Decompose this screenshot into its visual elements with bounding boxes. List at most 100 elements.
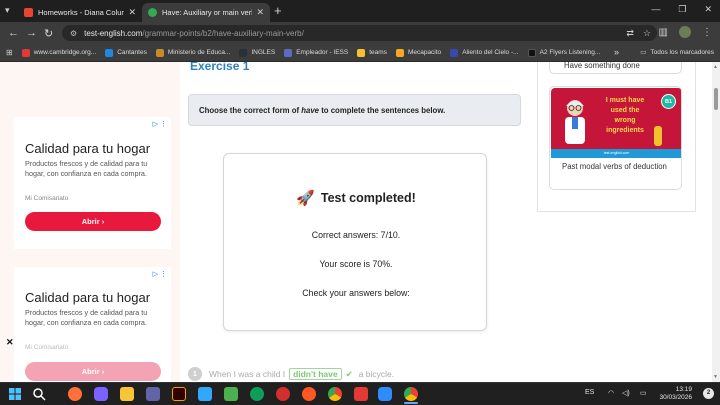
bookmark-teams[interactable]: teams: [357, 48, 387, 57]
illustrator-icon[interactable]: [172, 387, 186, 401]
maximize-icon[interactable]: ❐: [678, 4, 686, 15]
page-scrollbar[interactable]: ▲ ▼: [712, 62, 720, 382]
thumbnail-strip: test-english.com: [551, 149, 681, 158]
new-tab-button[interactable]: +: [274, 3, 282, 18]
back-icon[interactable]: ←: [8, 27, 19, 39]
tab-have-auxiliary[interactable]: Have: Auxiliary or main verb - T ✕: [142, 3, 270, 22]
chrome-icon[interactable]: [328, 387, 342, 401]
ad-open-button[interactable]: Abrir ›: [25, 362, 161, 381]
ad-open-button[interactable]: Abrir ›: [25, 212, 161, 231]
file-explorer-icon[interactable]: [120, 387, 134, 401]
tab-title: Have: Auxiliary or main verb - T: [162, 8, 252, 17]
copilot-icon[interactable]: [94, 387, 108, 401]
more-bookmarks-icon[interactable]: »: [614, 47, 619, 57]
clock-time: 13:19: [675, 386, 692, 393]
notification-badge[interactable]: 2: [703, 388, 714, 399]
profile-avatar[interactable]: [679, 26, 691, 38]
tab-homeworks[interactable]: Homeworks - Diana Columbo ✕: [18, 3, 142, 22]
gmail-favicon-icon: [24, 8, 33, 17]
scroll-thumb[interactable]: [714, 88, 718, 110]
thumbnail-text-line: I must have: [605, 97, 645, 104]
menu-icon[interactable]: ⋮: [702, 27, 712, 38]
gallery-icon[interactable]: [276, 387, 290, 401]
thumbnail-text-line: wrong: [614, 117, 636, 124]
bookmark-empleador[interactable]: Empleador - IESS: [284, 48, 348, 57]
close-tab-icon[interactable]: ✕: [256, 7, 264, 18]
level-badge: B1: [661, 94, 676, 109]
system-clock[interactable]: 13:19 30/03/2026: [659, 386, 692, 402]
translate-icon[interactable]: ⇄: [626, 28, 634, 39]
question-text-after: a bicycle.: [358, 369, 395, 379]
scroll-up-icon[interactable]: ▲: [713, 64, 718, 70]
left-ad-column: ▷ ⋮ Calidad para tu hogar Productos fres…: [0, 62, 180, 382]
language-indicator[interactable]: ES: [585, 389, 594, 396]
address-bar[interactable]: ⚙ test-english.com/grammar-points/b2/hav…: [62, 25, 657, 41]
bookmark-mecapacito[interactable]: Mecapacito: [395, 48, 441, 57]
bookmark-label: Ministerio de Educa...: [167, 49, 231, 56]
instruction-keyword: have: [301, 105, 320, 115]
all-bookmarks[interactable]: ▭ Todos los marcadores: [640, 48, 714, 57]
photoshop-icon[interactable]: [198, 387, 212, 401]
ad-card[interactable]: ▷ ⋮ Calidad para tu hogar Productos fres…: [14, 117, 171, 249]
related-lesson-have-something-done[interactable]: Have something done: [549, 62, 682, 74]
apps-grid-icon[interactable]: ⊞: [6, 48, 13, 57]
answer-field[interactable]: didn't have: [289, 368, 342, 380]
scroll-down-icon[interactable]: ▼: [713, 374, 718, 380]
ad-card[interactable]: ▷ ⋮ Calidad para tu hogar Productos fres…: [14, 267, 171, 382]
bookmark-ministerio[interactable]: Ministerio de Educa...: [155, 48, 231, 57]
ad-choices-icon[interactable]: ▷ ⋮: [153, 120, 167, 128]
media-player-icon[interactable]: [302, 387, 316, 401]
search-icon[interactable]: [32, 387, 46, 401]
chrome-active-icon[interactable]: [404, 387, 418, 401]
bookmark-star-icon[interactable]: ☆: [643, 28, 651, 39]
extensions-icon[interactable]: ▥: [659, 27, 668, 38]
bookmark-label: teams: [369, 49, 387, 56]
thumbnail-text-line: ingredients: [606, 127, 644, 134]
zoom-icon[interactable]: [378, 387, 392, 401]
site-info-icon[interactable]: ⚙: [70, 29, 77, 38]
empleador-icon: [284, 48, 293, 57]
check-answers-text: Check your answers below:: [302, 288, 410, 298]
browser-toolbar: ← → ↻ ⚙ test-english.com/grammar-points/…: [0, 22, 720, 44]
clock-date: 30/03/2026: [659, 394, 692, 401]
firefox-icon[interactable]: [68, 387, 82, 401]
battery-icon[interactable]: ▭: [640, 389, 647, 397]
volume-icon[interactable]: ◁): [622, 389, 630, 397]
forward-icon[interactable]: →: [26, 27, 37, 39]
mecapacito-icon: [395, 48, 404, 57]
bookmark-label: Cantantes: [117, 49, 147, 56]
check-favicon-icon: [148, 8, 157, 17]
bookmark-aliento[interactable]: Aliento del Cielo -...: [450, 48, 519, 57]
close-tab-icon[interactable]: ✕: [128, 7, 136, 18]
browser-tab-bar: ▾ Homeworks - Diana Columbo ✕ Have: Auxi…: [0, 0, 720, 22]
notepad-icon[interactable]: [224, 387, 238, 401]
question-text-before: When I was a child I: [209, 369, 286, 379]
bookmark-label: Aliento del Cielo -...: [462, 49, 519, 56]
bookmark-ingles[interactable]: INGLES: [239, 48, 276, 57]
minimize-icon[interactable]: —: [651, 4, 660, 15]
ad-button-label: Abrir: [81, 367, 100, 376]
close-window-icon[interactable]: ✕: [704, 4, 712, 15]
aliento-icon: [450, 48, 459, 57]
ad-title: Calidad para tu hogar: [25, 290, 151, 305]
network-icon[interactable]: ◠: [608, 389, 614, 397]
acrobat-icon[interactable]: [354, 387, 368, 401]
windows-taskbar: ES ◠ ◁) ▭ 13:19 30/03/2026 2: [0, 382, 720, 405]
cantantes-icon: [105, 48, 114, 57]
bookmark-cantantes[interactable]: Cantantes: [105, 48, 147, 57]
chevron-right-icon: ›: [101, 367, 105, 376]
instruction-part: to complete the sentences below.: [319, 105, 446, 115]
teams-app-icon[interactable]: [146, 387, 160, 401]
bookmark-a2-flyers[interactable]: A2 Flyers Listening...: [527, 48, 600, 57]
ad-text: Productos frescos y de calidad para tu h…: [25, 308, 148, 327]
edge-icon[interactable]: [250, 387, 264, 401]
related-lesson-past-modals[interactable]: I must have used the wrong ingredients B…: [549, 86, 682, 190]
bookmark-label: INGLES: [251, 49, 276, 56]
reload-icon[interactable]: ↻: [44, 27, 53, 40]
bookmark-cambridge[interactable]: www.cambridge.org...: [21, 48, 96, 57]
ad-title: Calidad para tu hogar: [25, 141, 151, 156]
windows-start-icon[interactable]: [8, 387, 22, 401]
ad-choices-icon[interactable]: ▷ ⋮: [153, 270, 167, 278]
close-ad-icon[interactable]: ✕: [6, 337, 14, 348]
tab-search-icon[interactable]: ▾: [5, 5, 10, 16]
